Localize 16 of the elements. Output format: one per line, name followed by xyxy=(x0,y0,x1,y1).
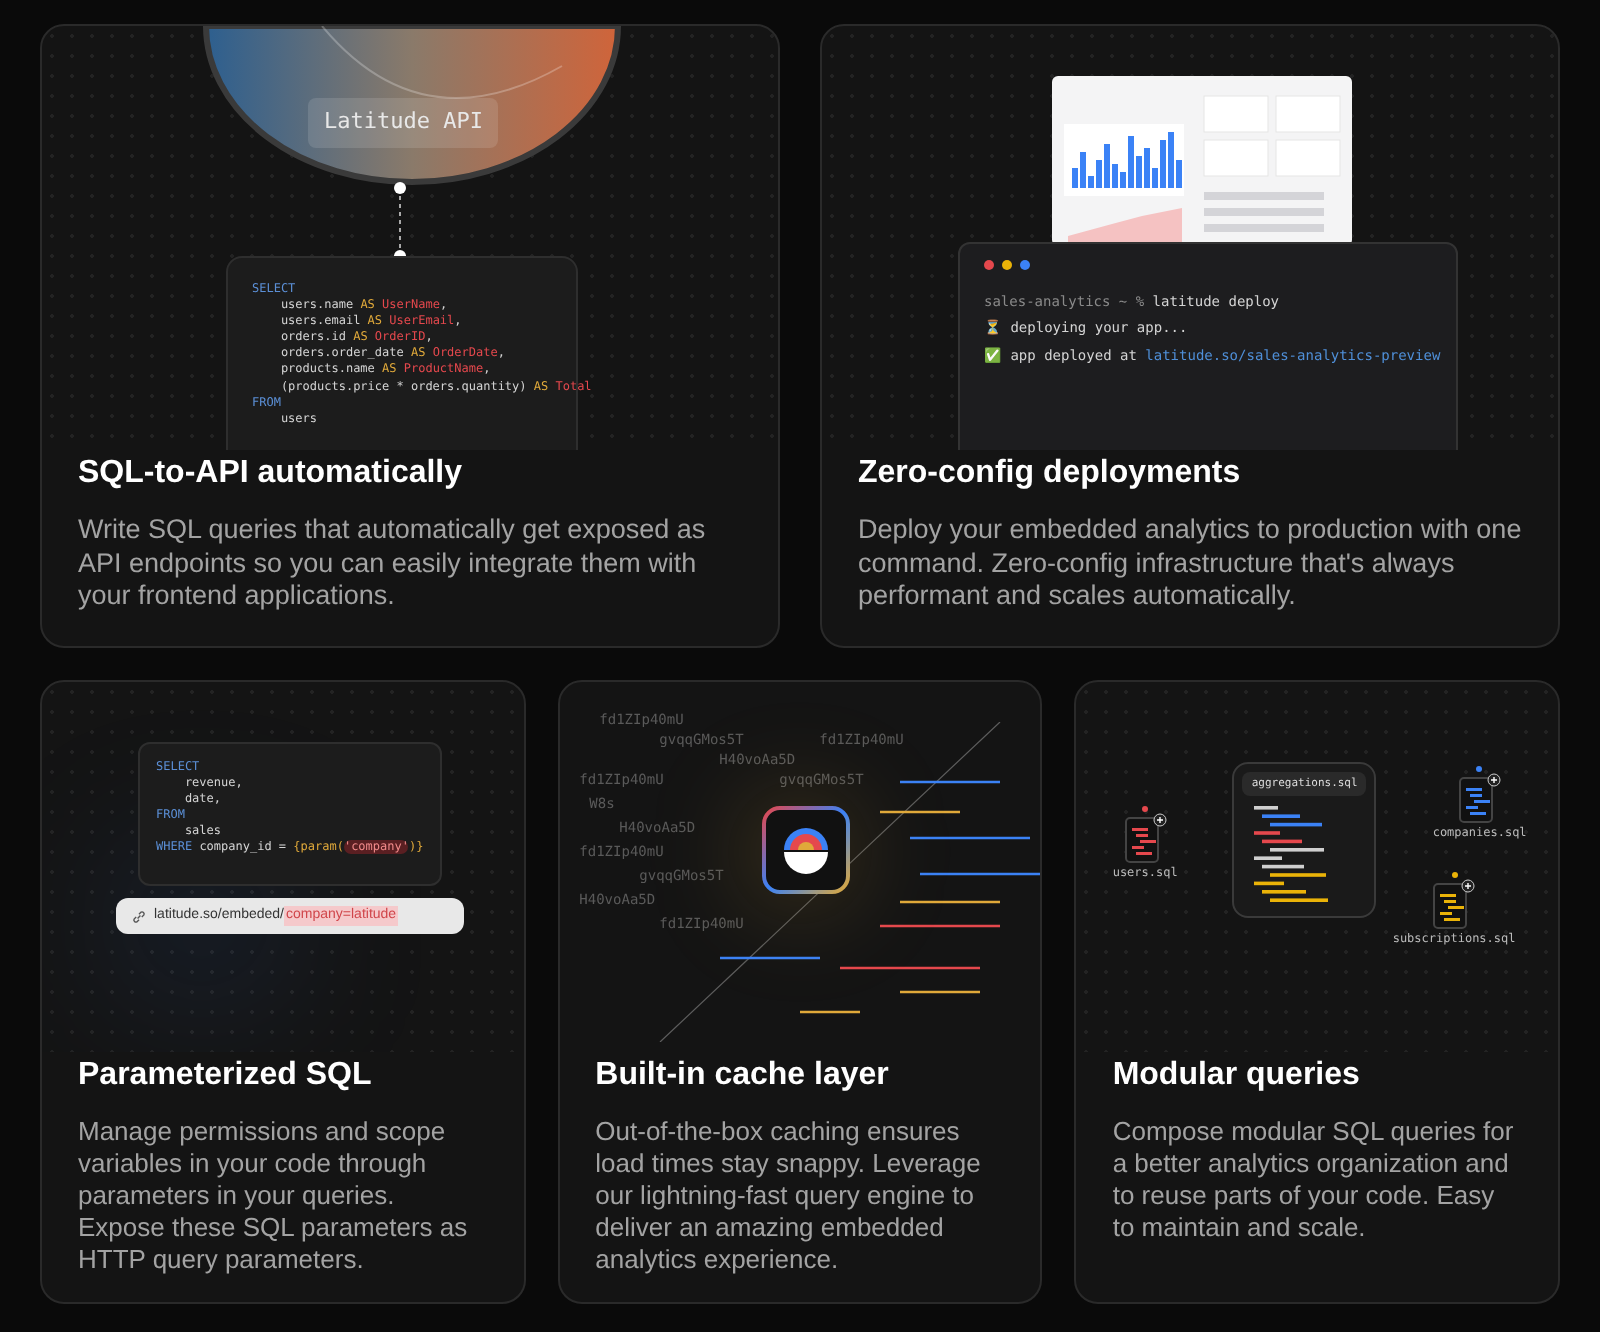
card-description: Out-of-the-box caching ensures load times stay snappy. Leverage our lightning-fast query engine to deliver an amazing embedded analytics experience. xyxy=(595,1116,983,1276)
app-icon xyxy=(761,806,850,894)
card-description: Compose modular SQL queries for a better analytics organization and to reuse parts of your code. Easy to maintain and scale. xyxy=(1112,1116,1516,1244)
card-description: Manage permissions and scope variables in your code through parameters in your queries. Expose these SQL parameters as HTTP query parameters. xyxy=(78,1116,470,1276)
api-label: Latitude API xyxy=(308,98,499,147)
file-icon xyxy=(1432,878,1477,930)
card-description: Deploy your embedded analytics to production with one command. Zero-config infrastructure that's always performant and scales automatically. xyxy=(858,514,1522,613)
card-title: Zero-config deployments xyxy=(858,454,1243,494)
card-title: Parameterized SQL xyxy=(78,1056,374,1096)
file-icon xyxy=(1457,772,1502,824)
card-title: Modular queries xyxy=(1112,1056,1362,1096)
link-icon xyxy=(132,909,146,923)
file-icon xyxy=(1123,812,1168,864)
card-description: Write SQL queries that automatically get exposed as API endpoints so you can easily integrate them with your frontend applications. xyxy=(78,514,708,613)
card-title: Built-in cache layer xyxy=(595,1056,891,1096)
card-title: SQL-to-API automatically xyxy=(78,454,465,494)
